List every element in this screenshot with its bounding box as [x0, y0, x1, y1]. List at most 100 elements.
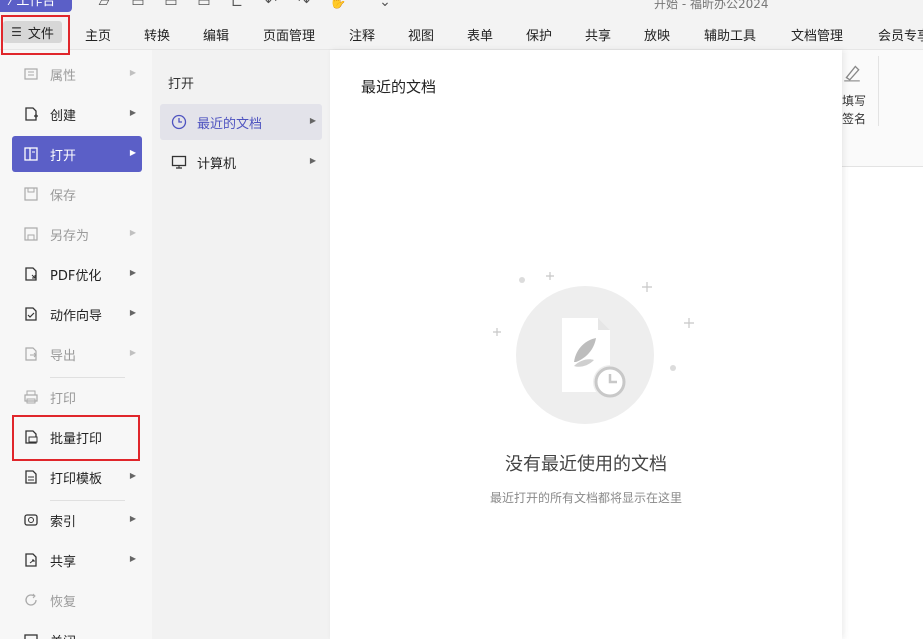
- menu-divider: [50, 377, 125, 378]
- recent-documents-panel: 最近的文档 没有最近使用的文档 最近打开的所有文档都将显示在这里: [330, 50, 842, 639]
- computer-icon: [170, 153, 188, 171]
- tab-page-management[interactable]: 页面管理: [263, 25, 315, 44]
- submenu-arrow-icon: ▶: [309, 156, 316, 165]
- submenu-arrow-icon: ▶: [129, 68, 136, 77]
- create-icon: [22, 105, 40, 123]
- window-title: 开始 - 福昕办公2024: [654, 0, 769, 11]
- menu-item-restore[interactable]: 恢复: [12, 582, 142, 618]
- menu-item-label: 另存为: [50, 228, 90, 244]
- menu-item-print-template[interactable]: 打印模板 ▶: [12, 459, 142, 495]
- properties-icon: [22, 65, 40, 83]
- menu-item-label: 打开: [50, 148, 77, 164]
- submenu-arrow-icon: ▶: [129, 148, 136, 157]
- redo-icon[interactable]: ↷: [296, 0, 312, 10]
- customize-dropdown-icon[interactable]: ⌄: [377, 0, 393, 10]
- tab-document-management[interactable]: 文档管理: [791, 25, 843, 44]
- fill-sign-label-1: 填写: [842, 94, 867, 108]
- undo-icon[interactable]: ↶: [263, 0, 279, 10]
- print-icon: [22, 388, 40, 406]
- print-icon[interactable]: ▭: [163, 0, 179, 10]
- hand-tool-icon[interactable]: ✋: [329, 0, 346, 10]
- submenu-item-label: 最近的文档: [197, 116, 263, 132]
- open-folder-icon[interactable]: ▱: [96, 0, 112, 10]
- menu-item-share[interactable]: 共享 ▶: [12, 542, 142, 578]
- tab-comment[interactable]: 注释: [349, 25, 375, 44]
- workbench-button[interactable]: ⁄ 工作台: [0, 0, 72, 12]
- tab-slideshow[interactable]: 放映: [644, 25, 670, 44]
- submenu-title: 打开: [168, 77, 195, 92]
- submenu-arrow-icon: ▶: [129, 308, 136, 317]
- submenu-arrow-icon: ▶: [129, 514, 136, 523]
- save-as-icon: [22, 225, 40, 243]
- export-icon: [22, 345, 40, 363]
- menu-item-label: 共享: [50, 554, 77, 570]
- menu-item-action-wizard[interactable]: 动作向导 ▶: [12, 296, 142, 332]
- title-bar: ⁄ 工作台 ▱ ▭ ▭ ▭ ⊏ ↶ ↷ ✋ ⌄ 开始 - 福昕办公2024: [0, 0, 923, 12]
- menu-item-label: 保存: [50, 188, 77, 204]
- menu-item-batch-print[interactable]: 批量打印: [12, 419, 142, 455]
- tab-view[interactable]: 视图: [408, 25, 434, 44]
- tab-protect[interactable]: 保护: [526, 25, 552, 44]
- restore-icon: [22, 591, 40, 609]
- create-icon[interactable]: ⊏: [229, 0, 245, 10]
- print-template-icon: [22, 468, 40, 486]
- menu-item-label: 打印模板: [50, 471, 103, 487]
- empty-state-subtitle: 最近打开的所有文档都将显示在这里: [489, 491, 682, 505]
- menu-item-properties[interactable]: 属性 ▶: [12, 56, 142, 92]
- tab-share[interactable]: 共享: [585, 25, 611, 44]
- workbench-icon: ⁄: [10, 0, 13, 9]
- fill-sign-icon[interactable]: [842, 62, 862, 82]
- submenu-arrow-icon: ▶: [309, 116, 316, 125]
- menu-item-label: 属性: [50, 68, 77, 84]
- submenu-arrow-icon: ▶: [129, 268, 136, 277]
- tab-convert[interactable]: 转换: [144, 25, 170, 44]
- file-menu-button[interactable]: ☰ 文件: [3, 21, 62, 43]
- tab-member-exclusive[interactable]: 会员专享: [878, 25, 923, 44]
- print-preview-icon[interactable]: ▭: [196, 0, 212, 10]
- menu-item-print[interactable]: 打印: [12, 379, 142, 415]
- open-icon: [22, 145, 40, 163]
- menu-item-label: 打印: [50, 391, 77, 407]
- batch-print-icon: [22, 428, 40, 446]
- workbench-label: 工作台: [16, 0, 56, 9]
- menu-item-save[interactable]: 保存: [12, 176, 142, 212]
- clock-icon: [170, 113, 188, 131]
- empty-state-title: 没有最近使用的文档: [505, 454, 667, 475]
- menu-item-label: 动作向导: [50, 308, 103, 324]
- tab-form[interactable]: 表单: [467, 25, 493, 44]
- menu-item-open[interactable]: 打开 ▶: [12, 136, 142, 172]
- index-icon: [22, 511, 40, 529]
- menu-item-label: 批量打印: [50, 431, 103, 447]
- submenu-item-computer[interactable]: 计算机 ▶: [160, 144, 322, 180]
- menu-divider: [50, 500, 125, 501]
- ribbon-divider: [878, 56, 879, 126]
- tab-home[interactable]: 主页: [85, 25, 111, 44]
- share-icon: [22, 551, 40, 569]
- tab-edit[interactable]: 编辑: [203, 25, 229, 44]
- submenu-arrow-icon: ▶: [129, 471, 136, 480]
- empty-documents-illustration: [493, 272, 694, 424]
- menu-item-close[interactable]: 关闭: [12, 622, 142, 639]
- file-menu-label: 文件: [27, 26, 54, 42]
- save-icon[interactable]: ▭: [130, 0, 146, 10]
- file-menu-panel: 属性 ▶ 创建 ▶ 打开 ▶ 保存 另存为 ▶ PDF优化 ▶ 动作向导 ▶ 导…: [0, 50, 152, 639]
- panel-title: 最近的文档: [361, 78, 437, 96]
- menu-item-pdf-optimize[interactable]: PDF优化 ▶: [12, 256, 142, 292]
- menu-item-export[interactable]: 导出 ▶: [12, 336, 142, 372]
- action-wizard-icon: [22, 305, 40, 323]
- menu-item-create[interactable]: 创建 ▶: [12, 96, 142, 132]
- menu-item-save-as[interactable]: 另存为 ▶: [12, 216, 142, 252]
- submenu-arrow-icon: ▶: [129, 108, 136, 117]
- submenu-arrow-icon: ▶: [129, 554, 136, 563]
- menu-bar: ☰ 文件 主页 转换 编辑 页面管理 注释 视图 表单 保护 共享 放映 辅助工…: [0, 12, 923, 50]
- document-area: [842, 167, 923, 639]
- menu-item-index[interactable]: 索引 ▶: [12, 502, 142, 538]
- pdf-optimize-icon: [22, 265, 40, 283]
- menu-item-label: 关闭: [50, 631, 76, 639]
- submenu-item-recent-documents[interactable]: 最近的文档 ▶: [160, 104, 322, 140]
- fill-sign-label-2: 签名: [842, 112, 867, 126]
- save-icon: [22, 185, 40, 203]
- submenu-arrow-icon: ▶: [129, 348, 136, 357]
- hamburger-icon: ☰: [11, 25, 22, 39]
- tab-accessibility-tools[interactable]: 辅助工具: [704, 25, 756, 44]
